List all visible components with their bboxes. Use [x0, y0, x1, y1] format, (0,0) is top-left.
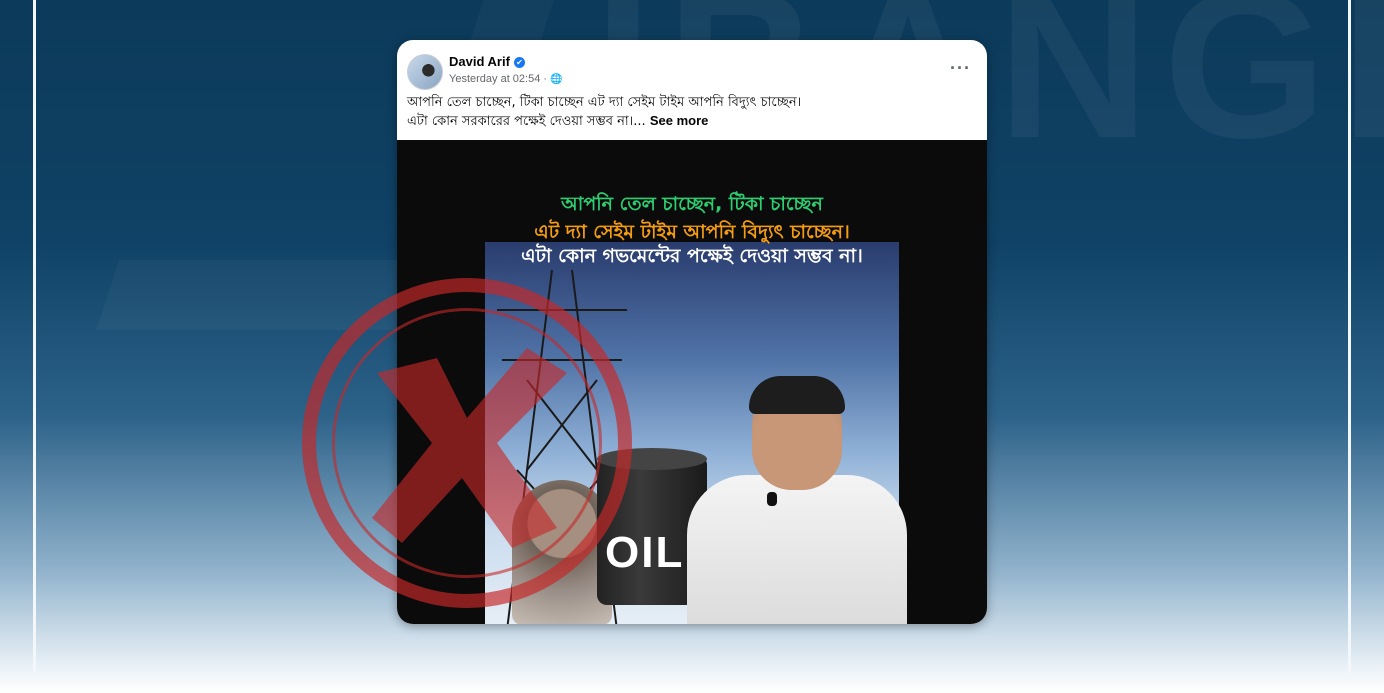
see-more-link[interactable]: See more — [650, 113, 709, 128]
image-headline-line-3: এটা কোন গভমেন্টের পক্ষেই দেওয়া সম্ভব না… — [521, 245, 863, 267]
microphone-icon — [767, 492, 777, 506]
caption-line-2: এটা কোন সরকারের পক্ষেই দেওয়া সম্ভব না।.… — [407, 113, 709, 129]
more-options-icon[interactable]: ··· — [950, 58, 971, 79]
post-meta: Yesterday at 02:54 · 🌐 — [449, 73, 563, 85]
stamp-x-mark — [372, 348, 567, 548]
speaker-photo — [687, 376, 907, 624]
speaker-shirt — [687, 475, 907, 624]
caption-line-1: আপনি তেল চাচ্ছেন, টিকা চাচ্ছেন এট দ্যা স… — [407, 95, 802, 110]
speaker-hair — [749, 376, 845, 414]
left-frame-border — [33, 0, 36, 673]
post-timestamp[interactable]: Yesterday at 02:54 · — [449, 73, 547, 85]
verified-badge-icon: ✔ — [513, 57, 525, 68]
author-name[interactable]: David Arif — [449, 54, 510, 69]
post-caption: আপনি তেল চাচ্ছেন, টিকা চাচ্ছেন এট দ্যা স… — [407, 94, 977, 131]
author-avatar[interactable] — [407, 54, 443, 90]
globe-icon: 🌐 — [550, 74, 563, 85]
author-name-row: David Arif ✔ — [449, 54, 525, 69]
